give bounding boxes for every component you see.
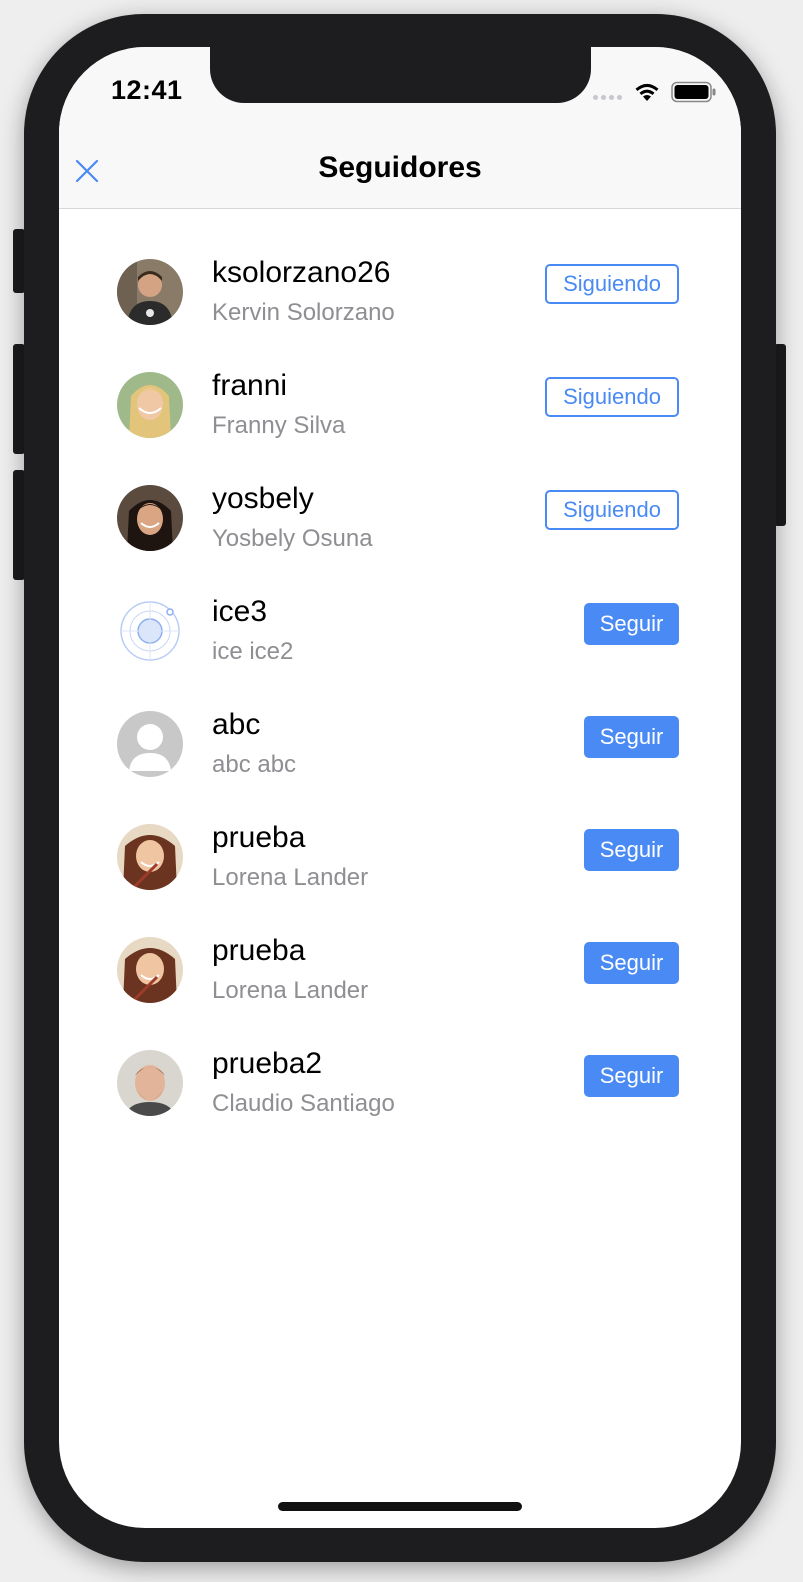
following-button[interactable]: Siguiendo [545,377,679,417]
avatar [117,711,183,777]
page-title: Seguidores [318,151,482,184]
avatar [117,598,183,664]
follow-button[interactable]: Seguir [584,942,679,984]
battery-icon [671,81,716,103]
phone-frame: 12:41 Seguidores ksolorzano26 Kervin Sol… [24,14,776,1562]
list-item[interactable]: yosbely Yosbely Osuna Siguiendo [59,435,741,552]
following-button[interactable]: Siguiendo [545,490,679,530]
username: prueba2 [212,1047,323,1080]
cellular-signal-icon [593,95,622,100]
list-item[interactable]: abc abc abc Seguir [59,661,741,778]
list-item[interactable]: ice3 ice ice2 Seguir [59,548,741,665]
home-indicator[interactable] [278,1502,522,1511]
following-button[interactable]: Siguiendo [545,264,679,304]
follow-button[interactable]: Seguir [584,603,679,645]
list-item[interactable]: franni Franny Silva Siguiendo [59,322,741,439]
list-item[interactable]: ksolorzano26 Kervin Solorzano Siguiendo [59,209,741,326]
screen: 12:41 Seguidores ksolorzano26 Kervin Sol… [59,47,741,1528]
avatar [117,937,183,1003]
avatar [117,1050,183,1116]
username: prueba [212,821,306,854]
username: ksolorzano26 [212,256,391,289]
username: ice3 [212,595,268,628]
follow-button[interactable]: Seguir [584,716,679,758]
wifi-icon [635,83,659,101]
avatar [117,259,183,325]
follow-button[interactable]: Seguir [584,1055,679,1097]
username: yosbely [212,482,314,515]
list-item[interactable]: prueba Lorena Lander Seguir [59,774,741,891]
avatar [117,372,183,438]
username: prueba [212,934,306,967]
follow-button[interactable]: Seguir [584,829,679,871]
username: abc [212,708,261,741]
status-time: 12:41 [111,75,183,105]
full-name: Claudio Santiago [212,1090,395,1117]
notch [210,47,591,103]
avatar [117,485,183,551]
avatar [117,824,183,890]
username: franni [212,369,288,402]
list-item[interactable]: prueba Lorena Lander Seguir [59,887,741,1004]
list-item[interactable]: prueba2 Claudio Santiago Seguir [59,1000,741,1117]
